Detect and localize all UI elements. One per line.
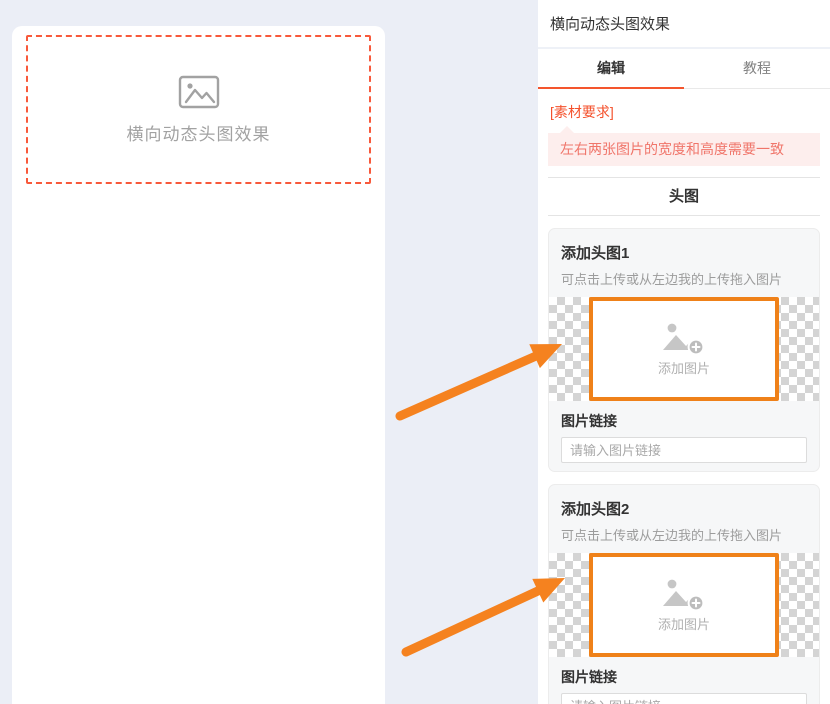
section-head: 头图 [538,177,830,216]
section-title: 头图 [668,188,699,205]
upload-label: 添加图片 [657,617,710,632]
side-panel: 横向动态头图效果 编辑 教程 [素材要求] 左右两张图片的宽度和高度需要一致 头… [538,0,830,704]
add-image-icon [663,579,705,611]
material-requirement-tag: [素材要求] [550,104,614,120]
widget-placeholder[interactable]: 横向动态头图效果 [26,35,371,184]
upload-dropzone-2[interactable]: 添加图片 [589,553,779,657]
header-image-card-1: 添加头图1 可点击上传或从左边我的上传拖入图片 添加图片 图片链接 [548,228,820,472]
transparency-checker: 添加图片 [549,297,819,401]
image-link-label: 图片链接 [561,413,617,429]
page: { "canvas": { "placeholder_label": "横向动态… [0,0,830,704]
tab-tutorial[interactable]: 教程 [684,49,830,88]
image-link-label: 图片链接 [561,669,617,685]
card-title: 添加头图2 [561,501,630,518]
panel-header: 横向动态头图效果 [538,0,830,49]
divider [548,215,820,216]
upload-label: 添加图片 [657,361,710,376]
tab-edit[interactable]: 编辑 [538,49,684,89]
placeholder-label: 横向动态头图效果 [126,124,271,144]
card-title: 添加头图1 [561,245,630,262]
image-link-input-2[interactable] [561,693,807,704]
header-image-card-2: 添加头图2 可点击上传或从左边我的上传拖入图片 添加图片 图片链接 [548,484,820,704]
panel-title: 横向动态头图效果 [550,16,671,33]
card-hint: 可点击上传或从左边我的上传拖入图片 [561,528,783,543]
image-link-input-1[interactable] [561,437,807,463]
card-hint: 可点击上传或从左边我的上传拖入图片 [561,272,783,287]
upload-dropzone-1[interactable]: 添加图片 [589,297,779,401]
transparency-checker: 添加图片 [549,553,819,657]
tab-bar: 编辑 教程 [538,49,830,89]
picture-icon [178,75,219,108]
add-image-icon [663,323,705,355]
canvas-card: 横向动态头图效果 [12,26,385,704]
warning-note: 左右两张图片的宽度和高度需要一致 [548,126,820,166]
